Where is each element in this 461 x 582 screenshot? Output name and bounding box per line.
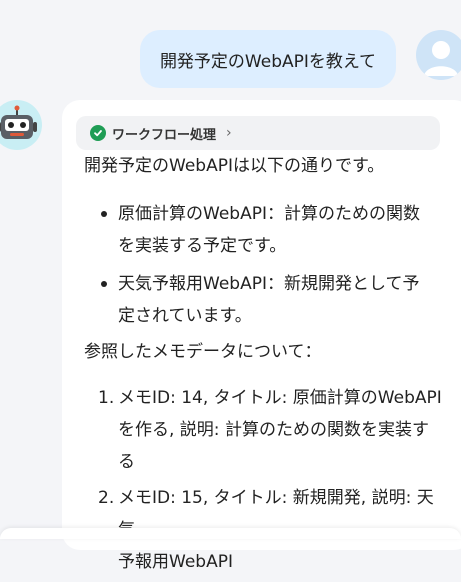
list-item: 1. メモID: 14, タイトル: 原価計算のWebAPI を作る, 説明: … [84, 382, 444, 478]
list-item-line: メモID: 14, タイトル: 原価計算のWebAPI [118, 388, 442, 408]
answer-bullet-list: 原価計算のWebAPI：計算のための関数 を実装する予定です。 天気予報用Web… [84, 198, 444, 338]
list-item-line: を作る, 説明: 計算のための関数を実装す [118, 420, 429, 440]
list-item-line: を実装する予定です。 [118, 236, 287, 256]
user-avatar [416, 30, 461, 80]
reference-heading: 参照したメモデータについて： [84, 342, 322, 362]
list-item: 原価計算のWebAPI：計算のための関数 を実装する予定です。 [84, 198, 444, 262]
list-item-line: る [118, 452, 135, 472]
workflow-label: ワークフロー処理 [112, 127, 217, 143]
list-item-line: 天気予報用WebAPI：新規開発として予 [118, 274, 420, 294]
user-silhouette-icon [424, 41, 458, 76]
check-circle-icon [90, 125, 106, 141]
list-number: 2. [98, 488, 115, 508]
user-message-bubble: 開発予定のWebAPIを教えて [140, 30, 396, 88]
list-item-line: 予報用WebAPI [118, 552, 233, 572]
robot-icon [0, 105, 37, 139]
message-composer[interactable] [0, 528, 461, 539]
list-item-line: 原価計算のWebAPI：計算のための関数 [118, 204, 420, 224]
list-item-line: 定されています。 [118, 306, 252, 326]
answer-intro: 開発予定のWebAPIは以下の通りです。 [84, 156, 385, 176]
workflow-toggle[interactable]: ワークフロー処理 › [76, 116, 440, 150]
chevron-right-icon: › [226, 125, 232, 141]
list-number: 1. [98, 388, 115, 408]
bullet-dot [101, 281, 107, 287]
bot-avatar [0, 100, 42, 150]
reference-list: 1. メモID: 14, タイトル: 原価計算のWebAPI を作る, 説明: … [84, 382, 444, 582]
list-item: 天気予報用WebAPI：新規開発として予 定されています。 [84, 268, 444, 332]
bullet-dot [101, 211, 107, 217]
user-message-text: 開発予定のWebAPIを教えて [159, 51, 377, 72]
